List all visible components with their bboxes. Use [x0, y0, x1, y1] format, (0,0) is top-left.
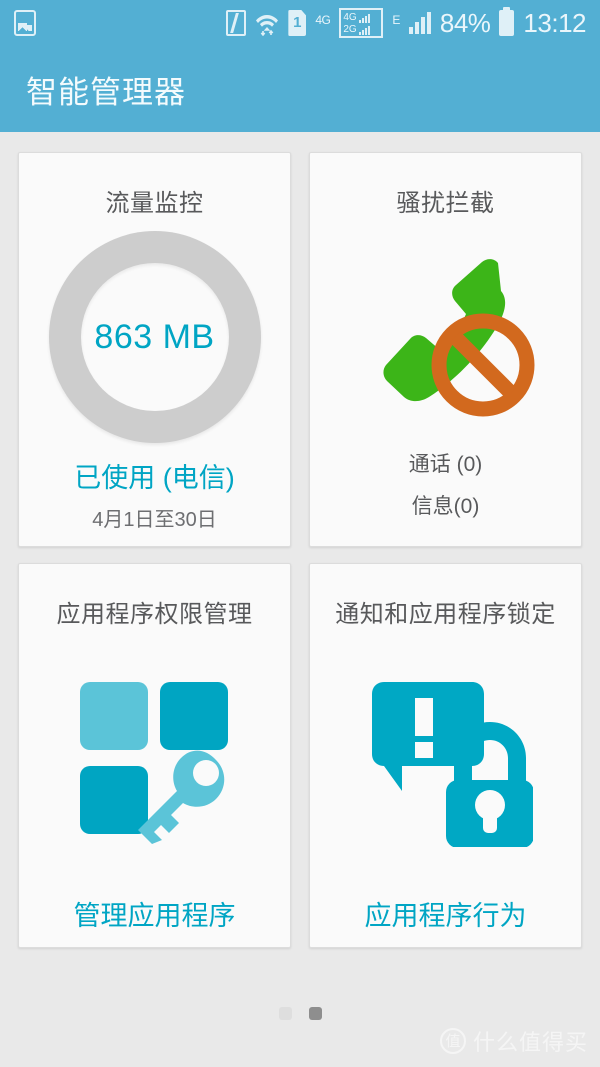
call-block-messages-count: 信息(0)	[411, 495, 480, 518]
network-type-label: 4G	[315, 12, 331, 27]
card-grid: 流量监控 863 MB 已使用 (电信) 4月1日至30日 骚扰拦截 通话 (0…	[0, 132, 600, 948]
status-bar-left	[14, 10, 36, 36]
card-data-usage-body: 863 MB	[19, 218, 290, 456]
card-call-block-body	[310, 218, 581, 448]
app-behaviour-link[interactable]: 应用程序行为	[310, 894, 581, 933]
wifi-icon	[255, 10, 279, 37]
data-usage-period-label: 4月1日至30日	[92, 509, 217, 531]
photo-icon	[14, 10, 36, 36]
data-usage-value: 863 MB	[94, 317, 215, 356]
card-app-permissions-body	[19, 629, 290, 894]
card-data-usage-footer: 已使用 (电信) 4月1日至30日	[19, 456, 290, 546]
watermark-logo-icon: 值	[439, 1028, 466, 1054]
card-call-block-footer: 通话 (0) 信息(0)	[310, 448, 581, 546]
wifi-icon-svg	[256, 15, 279, 37]
signal-bars-icon	[408, 12, 431, 34]
page-dot-1[interactable]	[278, 1007, 292, 1020]
watermark: 值 什么值得买	[439, 1025, 588, 1057]
app-header: 智能管理器	[0, 46, 600, 132]
page-title: 智能管理器	[26, 74, 186, 110]
notification-lock-icon	[358, 672, 534, 852]
card-notification-app-lock[interactable]: 通知和应用程序锁定 应用程序行为	[309, 563, 582, 948]
blocked-call-icon-svg	[382, 258, 534, 416]
notification-lock-icon-svg	[372, 681, 534, 848]
nfc-icon	[226, 10, 247, 36]
apps-key-icon	[70, 674, 240, 849]
manage-apps-link[interactable]: 管理应用程序	[19, 894, 290, 933]
data-usage-donut-hole: 863 MB	[80, 263, 229, 411]
battery-percent-label: 84%	[439, 7, 491, 38]
dual-sim-row-1: 4G	[343, 11, 379, 23]
card-app-permissions-footer: 管理应用程序	[19, 894, 290, 947]
battery-icon	[499, 7, 515, 36]
dual-sim-row-2: 2G	[343, 23, 379, 35]
apps-key-icon-svg	[79, 682, 228, 844]
dual-sim-row-2-label: 2G	[343, 24, 357, 35]
page-indicator	[0, 1007, 600, 1020]
dual-sim-bars-2	[358, 26, 370, 35]
card-call-block[interactable]: 骚扰拦截 通话 (0) 信息(0)	[309, 152, 582, 547]
dual-sim-row-1-label: 4G	[343, 12, 357, 23]
card-app-permissions-title: 应用程序权限管理	[56, 601, 253, 628]
data-usage-used-label[interactable]: 已使用 (电信)	[19, 456, 290, 495]
card-notification-app-lock-footer: 应用程序行为	[310, 894, 581, 947]
card-call-block-title: 骚扰拦截	[396, 190, 495, 217]
status-bar-clock: 13:12	[523, 7, 586, 38]
watermark-text: 什么值得买	[472, 1030, 588, 1055]
card-notification-app-lock-title: 通知和应用程序锁定	[335, 601, 556, 628]
dual-sim-signal-icon: 4G 2G	[339, 8, 384, 38]
card-data-usage-title: 流量监控	[105, 190, 204, 217]
status-bar-right: 1 4G 4G 2G E 84% 13:12	[226, 7, 586, 39]
status-bar: 1 4G 4G 2G E 84% 13:12	[0, 0, 600, 46]
card-data-usage[interactable]: 流量监控 863 MB 已使用 (电信) 4月1日至30日	[18, 152, 291, 547]
card-notification-app-lock-body	[310, 629, 581, 894]
sim-1-icon: 1	[288, 10, 307, 36]
edge-network-label: E	[392, 12, 400, 27]
call-block-calls-count: 通话 (0)	[408, 453, 483, 476]
dual-sim-bars-1	[358, 14, 370, 23]
data-usage-donut: 863 MB	[48, 231, 261, 443]
card-app-permissions[interactable]: 应用程序权限管理 管理应用程序	[18, 563, 291, 948]
page-dot-2[interactable]	[308, 1007, 322, 1020]
blocked-call-icon	[356, 241, 536, 426]
